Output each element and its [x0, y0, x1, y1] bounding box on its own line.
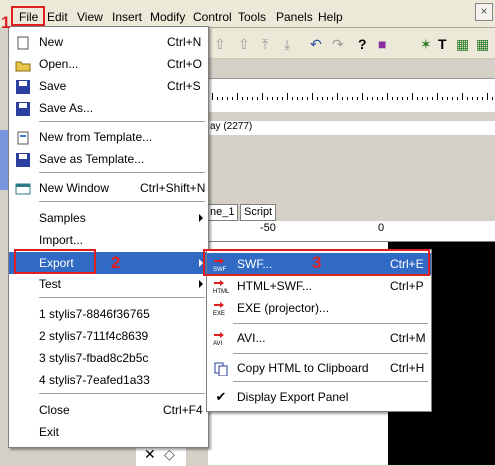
arrow-up-icon[interactable]: ⇧	[238, 36, 250, 53]
tab-bar: ne_1 Script	[206, 203, 495, 221]
menu-tools[interactable]: Tools	[238, 10, 266, 24]
menu-separator	[39, 297, 205, 298]
tab-script[interactable]: Script	[240, 204, 277, 221]
svg-text:EXE: EXE	[213, 311, 225, 316]
menu-edit[interactable]: Edit	[47, 10, 68, 24]
menu-separator	[39, 172, 205, 173]
frame-row	[208, 100, 495, 112]
submenu-arrow-icon	[199, 214, 203, 222]
menu-item-export-html-swf[interactable]: HTML HTML+SWF... Ctrl+P	[207, 275, 431, 297]
ruler-label: 0	[378, 222, 385, 234]
menu-separator	[39, 393, 205, 394]
menu-item-save-as-template[interactable]: Save as Template...	[9, 148, 208, 170]
annotation-number: 1	[1, 13, 11, 32]
annotation-number: 2	[111, 253, 121, 272]
annotation-box-export	[14, 249, 96, 274]
stage-ruler: -50 0	[208, 221, 495, 242]
menu-item-new[interactable]: New Ctrl+N	[9, 31, 208, 53]
undo-icon[interactable]: ↶	[310, 36, 322, 53]
menu-item-open[interactable]: Open... Ctrl+O	[9, 53, 208, 75]
text-tool-icon[interactable]: T	[438, 36, 447, 52]
shape-icon[interactable]: ◇	[164, 446, 175, 463]
menu-item-close[interactable]: Close Ctrl+F4	[9, 399, 208, 421]
save-template-icon	[15, 152, 31, 167]
menu-item-import[interactable]: Import...	[9, 229, 208, 251]
copy-html-icon	[213, 361, 229, 377]
svg-text:AVI: AVI	[213, 341, 223, 346]
menu-item-export-avi[interactable]: AVI AVI... Ctrl+M	[207, 327, 431, 349]
layer-area	[208, 136, 495, 202]
timeline-label	[0, 130, 8, 190]
template-icon	[15, 130, 31, 145]
frame-info-text: ay (2277)	[210, 121, 253, 132]
ruler-label: -50	[260, 222, 276, 234]
menu-view[interactable]: View	[77, 10, 103, 24]
exe-export-icon: EXE	[213, 301, 229, 317]
menu-separator	[233, 381, 428, 382]
new-document-icon	[15, 35, 31, 50]
menu-insert[interactable]: Insert	[112, 10, 142, 24]
menu-item-exit[interactable]: Exit	[9, 421, 208, 443]
left-panel-strip	[0, 27, 8, 465]
help-cursor-icon[interactable]: ?	[358, 36, 367, 52]
menu-separator	[233, 323, 428, 324]
menu-item-test[interactable]: Test	[9, 273, 208, 295]
annotation-number: 3	[312, 253, 322, 272]
checkmark-icon: ✔	[215, 389, 227, 404]
avi-export-icon: AVI	[213, 331, 229, 347]
grid-icon[interactable]: ▦	[476, 36, 489, 53]
arrow-top-icon[interactable]: ⤒	[262, 36, 268, 53]
sparkle-icon[interactable]: ✶	[420, 36, 432, 53]
menu-item-new-from-template[interactable]: New from Template...	[9, 126, 208, 148]
arrow-bottom-icon[interactable]: ⤓	[284, 36, 290, 53]
menu-item-samples[interactable]: Samples	[9, 207, 208, 229]
menu-separator	[39, 121, 205, 122]
recent-file-2[interactable]: 2 stylis7-711f4c8639	[9, 325, 208, 347]
toolbar: ⇧ ⇧ ⤒ ⤓ ↶ ↷ ? ■ ✶ T ▦ ▦	[208, 28, 495, 59]
recent-file-1[interactable]: 1 stylis7-8846f36765	[9, 303, 208, 325]
open-folder-icon	[15, 57, 31, 72]
menu-item-save[interactable]: Save Ctrl+S	[9, 75, 208, 97]
menu-control[interactable]: Control	[193, 10, 232, 24]
save-as-icon	[15, 101, 31, 116]
floppy-disk-icon	[15, 79, 31, 94]
arrow-up-icon[interactable]: ⇧	[214, 36, 226, 53]
close-icon[interactable]: ×	[475, 3, 493, 21]
submenu-arrow-icon	[199, 280, 203, 288]
new-window-icon	[15, 181, 31, 195]
menu-item-save-as[interactable]: Save As...	[9, 97, 208, 119]
recent-file-3[interactable]: 3 stylis7-fbad8c2b5c	[9, 347, 208, 369]
redo-icon[interactable]: ↷	[332, 36, 344, 53]
frame-info: ay (2277)	[208, 121, 495, 135]
svg-text:HTML: HTML	[213, 289, 229, 294]
annotation-box-file	[11, 6, 45, 26]
menu-separator	[233, 353, 428, 354]
html-export-icon: HTML	[213, 279, 230, 295]
tab-scene[interactable]: ne_1	[206, 204, 239, 221]
file-menu: New Ctrl+N Open... Ctrl+O Save Ctrl+S Sa…	[8, 26, 209, 448]
menu-bar: File Edit View Insert Modify Control Too…	[0, 0, 495, 28]
menu-item-new-window[interactable]: New Window Ctrl+Shift+N	[9, 177, 208, 199]
menu-item-display-export-panel[interactable]: ✔ Display Export Panel	[207, 386, 431, 408]
recent-file-4[interactable]: 4 stylis7-7eafed1a33	[9, 369, 208, 391]
menu-item-copy-html[interactable]: Copy HTML to Clipboard Ctrl+H	[207, 357, 431, 379]
menu-separator	[39, 201, 205, 202]
add-frame-icon[interactable]: ▦	[456, 36, 469, 53]
timeline-ruler	[208, 78, 495, 102]
menu-modify[interactable]: Modify	[150, 10, 185, 24]
menu-item-export-exe[interactable]: EXE EXE (projector)...	[207, 297, 431, 319]
book-icon[interactable]: ■	[378, 36, 386, 52]
transform-icon[interactable]: ✕	[144, 446, 156, 463]
menu-panels[interactable]: Panels	[276, 10, 313, 24]
menu-help[interactable]: Help	[318, 10, 343, 24]
